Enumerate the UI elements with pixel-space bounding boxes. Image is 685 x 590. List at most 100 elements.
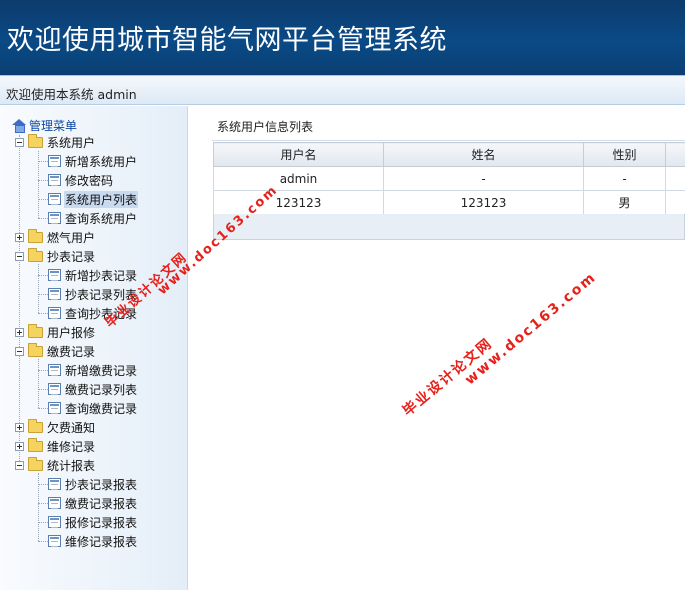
column-header-name[interactable]: 姓名 [383,142,584,167]
table-footer [213,214,685,240]
tree-connector [38,161,48,162]
table-row[interactable]: admin - - [213,166,685,191]
tree-item-payment-record-list[interactable]: 缴费记录列表 [48,380,138,398]
tree-item-label: 新增缴费记录 [65,363,138,378]
tree-item-payment-record-report[interactable]: 缴费记录报表 [48,494,138,512]
tree-root-label: 管理菜单 [29,118,78,133]
tree-item-label: 修改密码 [65,173,114,188]
tree-connector [38,264,39,313]
welcome-text: 欢迎使用本系统 admin [6,87,137,102]
tree-connector [38,359,39,408]
tree-connector [38,522,48,523]
collapse-icon[interactable] [15,251,24,261]
page-icon [48,383,61,395]
tree-connector [38,180,48,181]
tree-connector [19,135,20,465]
page-icon [48,212,61,224]
folder-icon [28,418,43,433]
folder-open-icon [28,247,43,262]
cell-name: - [383,166,584,191]
page-icon [48,497,61,509]
folder-open-icon [28,133,43,148]
tree-connector [38,199,48,200]
tree-group-gas-users[interactable]: 燃气用户 [15,228,96,246]
header-banner: 欢迎使用城市智能气网平台管理系统 [0,0,685,75]
tree-group-maintenance-records[interactable]: 维修记录 [15,437,96,455]
collapse-icon[interactable] [15,346,24,356]
page-icon [48,364,61,376]
page-title: 系统用户信息列表 [217,120,314,134]
tree-group-label: 用户报修 [47,325,96,340]
expand-icon[interactable] [15,232,24,242]
tree-connector [38,294,48,295]
tree-item-maintenance-record-report[interactable]: 维修记录报表 [48,532,138,550]
tree-connector [38,389,48,390]
page-icon [48,535,61,547]
page-icon [48,269,61,281]
tree-connector [38,503,48,504]
home-icon [12,119,26,133]
tree-item-label: 缴费记录报表 [65,496,138,511]
tree-item-label: 抄表记录报表 [65,477,138,492]
page-icon [48,307,61,319]
tree-group-statistics-reports[interactable]: 统计报表 [15,456,96,474]
folder-open-icon [28,456,43,471]
table-row[interactable]: 123123 123123 男 [213,190,685,215]
tree-item-repair-record-report[interactable]: 报修记录报表 [48,513,138,531]
tree-group-label: 抄表记录 [47,249,96,264]
tree-item-meter-record-report[interactable]: 抄表记录报表 [48,475,138,493]
tree-group-arrears-notices[interactable]: 欠费通知 [15,418,96,436]
app-title: 欢迎使用城市智能气网平台管理系统 [7,25,447,56]
tree-item-add-payment-record[interactable]: 新增缴费记录 [48,361,138,379]
tree-item-label: 维修记录报表 [65,534,138,549]
tree-group-repair-requests[interactable]: 用户报修 [15,323,96,341]
cell-extra [665,190,685,215]
tree-group-system-users[interactable]: 系统用户 [15,133,96,151]
tree-item-add-meter-record[interactable]: 新增抄表记录 [48,266,138,284]
collapse-icon[interactable] [15,460,24,470]
tree-group-payment-records[interactable]: 缴费记录 [15,342,96,360]
page-icon [48,288,61,300]
page-icon [48,193,61,205]
tree-connector [38,484,48,485]
tree-item-change-password[interactable]: 修改密码 [48,171,114,189]
tree-item-label: 新增抄表记录 [65,268,138,283]
tree-item-query-system-user[interactable]: 查询系统用户 [48,209,138,227]
tree-item-add-system-user[interactable]: 新增系统用户 [48,152,138,170]
tree-item-system-user-list[interactable]: 系统用户列表 [48,190,139,208]
tree-item-label: 查询系统用户 [65,211,138,226]
tree-group-label: 欠费通知 [47,420,96,435]
page-icon [48,155,61,167]
expand-icon[interactable] [15,327,24,337]
expand-icon[interactable] [15,422,24,432]
tree-connector [38,275,48,276]
cell-name: 123123 [383,190,584,215]
cell-gender: - [583,166,666,191]
cell-extra [665,166,685,191]
cell-username: admin [213,166,384,191]
table-header-row: 用户名 姓名 性别 [213,142,685,167]
tree-connector [38,313,48,314]
column-header-extra [665,142,685,167]
tree-item-label: 查询缴费记录 [65,401,138,416]
cell-gender: 男 [583,190,666,215]
tree-group-meter-records[interactable]: 抄表记录 [15,247,96,265]
tree-item-label: 系统用户列表 [64,190,139,208]
tree-item-label: 报修记录报表 [65,515,138,530]
tree-connector [38,408,48,409]
column-header-gender[interactable]: 性别 [583,142,666,167]
tree-item-label: 新增系统用户 [65,154,138,169]
expand-icon[interactable] [15,441,24,451]
column-header-username[interactable]: 用户名 [213,142,384,167]
tree-root[interactable]: 管理菜单 [12,117,77,133]
folder-icon [28,228,43,243]
tree-group-label: 统计报表 [47,458,96,473]
title-divider [212,140,685,141]
tree-connector [38,218,48,219]
collapse-icon[interactable] [15,137,24,147]
folder-open-icon [28,342,43,357]
tree-connector [38,370,48,371]
page-icon [48,402,61,414]
tree-item-query-payment-record[interactable]: 查询缴费记录 [48,399,138,417]
tree-group-label: 系统用户 [47,135,96,150]
